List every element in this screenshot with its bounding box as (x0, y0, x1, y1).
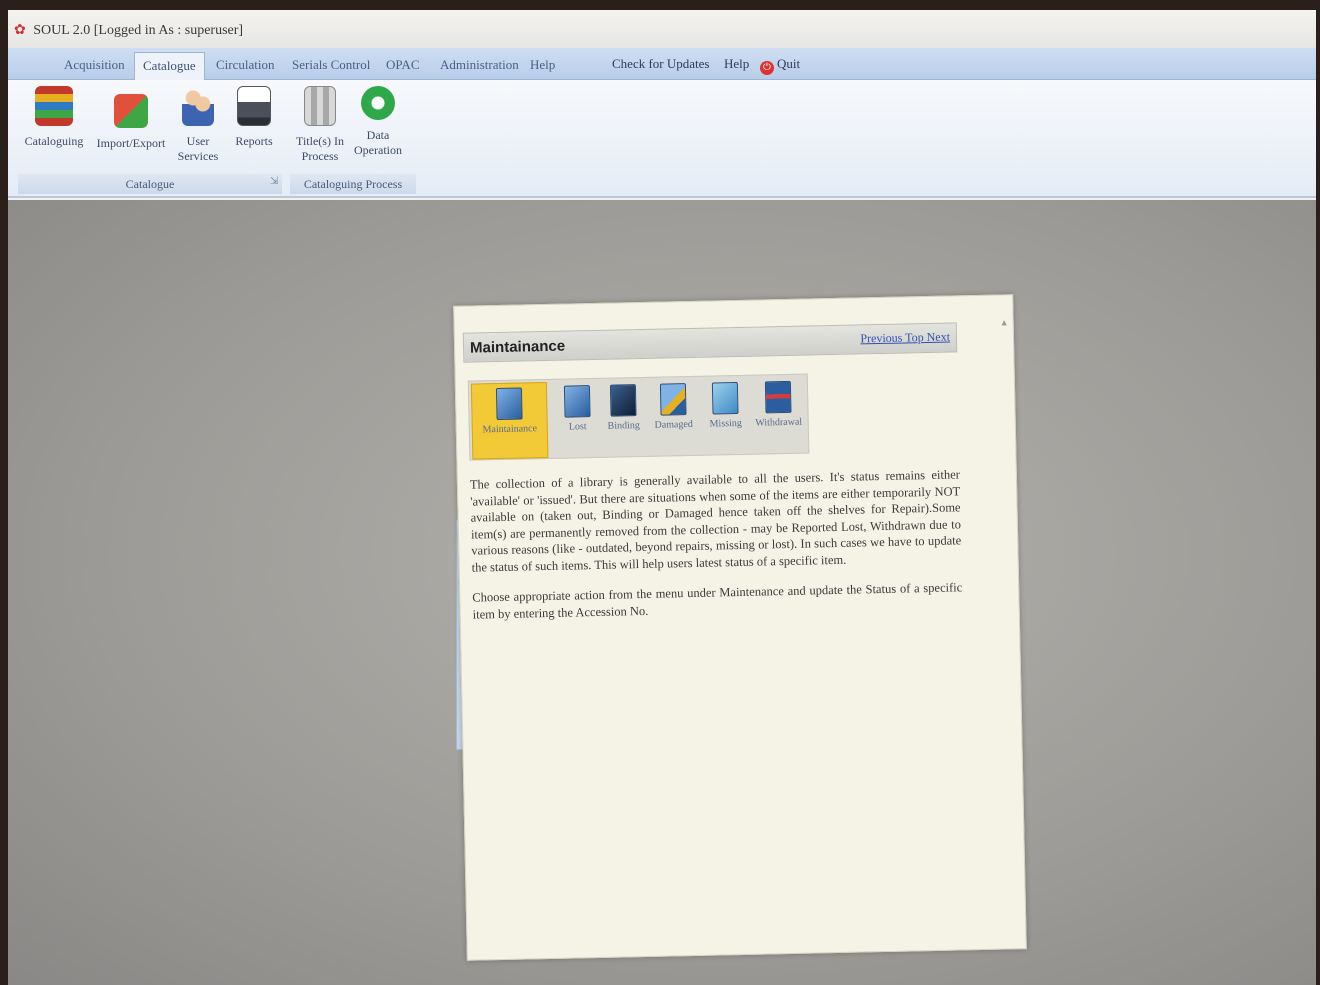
tab-serials-control[interactable]: Serials Control (284, 52, 378, 80)
tab-circulation[interactable]: Circulation (208, 52, 283, 80)
workspace: ▲ Maintainance Previous Top Next Maintai… (8, 200, 1316, 985)
reports-label: Reports (235, 134, 273, 148)
tab-opac[interactable]: OPAC (378, 52, 427, 80)
maintainance-topic[interactable]: Maintainance (470, 381, 549, 460)
title-process-icon (304, 86, 336, 126)
damaged-topic[interactable]: Damaged (649, 379, 698, 431)
cataloguing-button[interactable]: Cataloguing (22, 86, 86, 149)
missing-book-icon (711, 381, 739, 415)
title-bar: ✿ SOUL 2.0 [Logged in As : superuser] (8, 10, 1316, 48)
cataloguing-label: Cataloguing (24, 134, 84, 148)
help-body: The collection of a library is generally… (470, 466, 963, 636)
maintainance-topic-label: Maintainance (482, 423, 538, 436)
import-export-label: Import/Export (96, 136, 166, 150)
import-export-button[interactable]: Import/Export (94, 94, 168, 151)
window-title: SOUL 2.0 [Logged in As : superuser] (33, 23, 244, 38)
books-icon (35, 86, 73, 126)
check-for-updates-button[interactable]: Check for Updates (612, 54, 709, 76)
power-icon: ⏻ (760, 61, 774, 75)
scroll-up-icon[interactable]: ▲ (1000, 317, 1009, 327)
data-operation-icon (361, 86, 395, 120)
binding-book-icon (609, 384, 637, 417)
help-window: ▲ Maintainance Previous Top Next Maintai… (453, 294, 1027, 961)
import-export-icon (114, 94, 148, 128)
help-title: Maintainance (469, 337, 566, 357)
lost-topic-label: Lost (568, 421, 587, 433)
lost-topic[interactable]: Lost (553, 381, 602, 433)
withdrawal-topic[interactable]: Withdrawal (751, 377, 806, 429)
maintainance-book-icon (495, 387, 523, 421)
damaged-topic-label: Damaged (654, 418, 694, 431)
cataloguing-process-group-label: Cataloguing Process (290, 174, 416, 194)
titles-in-process-label: Title(s) In Process (296, 134, 344, 163)
user-services-label: User Services (177, 134, 219, 163)
help-icon-strip: Maintainance Lost Binding Damaged Missin… (467, 373, 810, 461)
screen: ✿ SOUL 2.0 [Logged in As : superuser] Ac… (8, 10, 1316, 985)
app-gear-icon: ✿ (14, 23, 26, 38)
withdrawal-topic-label: Withdrawal (755, 416, 803, 429)
quit-button[interactable]: ⏻ Quit (760, 54, 800, 76)
help-header: Maintainance Previous Top Next (462, 322, 958, 363)
binding-topic-label: Binding (607, 420, 640, 432)
help-paragraph-2: Choose appropriate action from the menu … (472, 580, 963, 622)
titles-in-process-button[interactable]: Title(s) In Process (290, 86, 350, 164)
group-expand-icon[interactable]: ⇲ (270, 176, 278, 187)
help-button[interactable]: Help (724, 54, 749, 76)
reports-button[interactable]: Reports (228, 86, 280, 149)
user-services-button[interactable]: User Services (172, 86, 224, 164)
ribbon: Cataloguing Import/Export User Services … (8, 80, 1316, 198)
menu-bar: Acquisition Catalogue Circulation Serial… (8, 48, 1316, 80)
lost-book-icon (563, 385, 591, 418)
quit-label: Quit (777, 56, 801, 71)
tab-catalogue[interactable]: Catalogue (134, 52, 205, 80)
damaged-book-icon (659, 383, 687, 416)
missing-topic-label: Missing (709, 417, 742, 430)
tab-help[interactable]: Help (522, 52, 563, 80)
missing-topic[interactable]: Missing (701, 378, 750, 430)
withdrawal-book-icon (764, 380, 792, 414)
printer-icon (237, 86, 271, 126)
users-icon (182, 86, 214, 126)
data-operation-label: Data Operation (354, 128, 402, 157)
help-navigation-links[interactable]: Previous Top Next (860, 330, 950, 347)
data-operation-button[interactable]: Data Operation (352, 86, 404, 158)
tab-acquisition[interactable]: Acquisition (56, 52, 133, 80)
binding-topic[interactable]: Binding (599, 380, 648, 432)
tab-administration[interactable]: Administration (432, 52, 527, 80)
catalogue-group-label: Catalogue (18, 174, 282, 194)
help-paragraph-1: The collection of a library is generally… (469, 467, 962, 575)
